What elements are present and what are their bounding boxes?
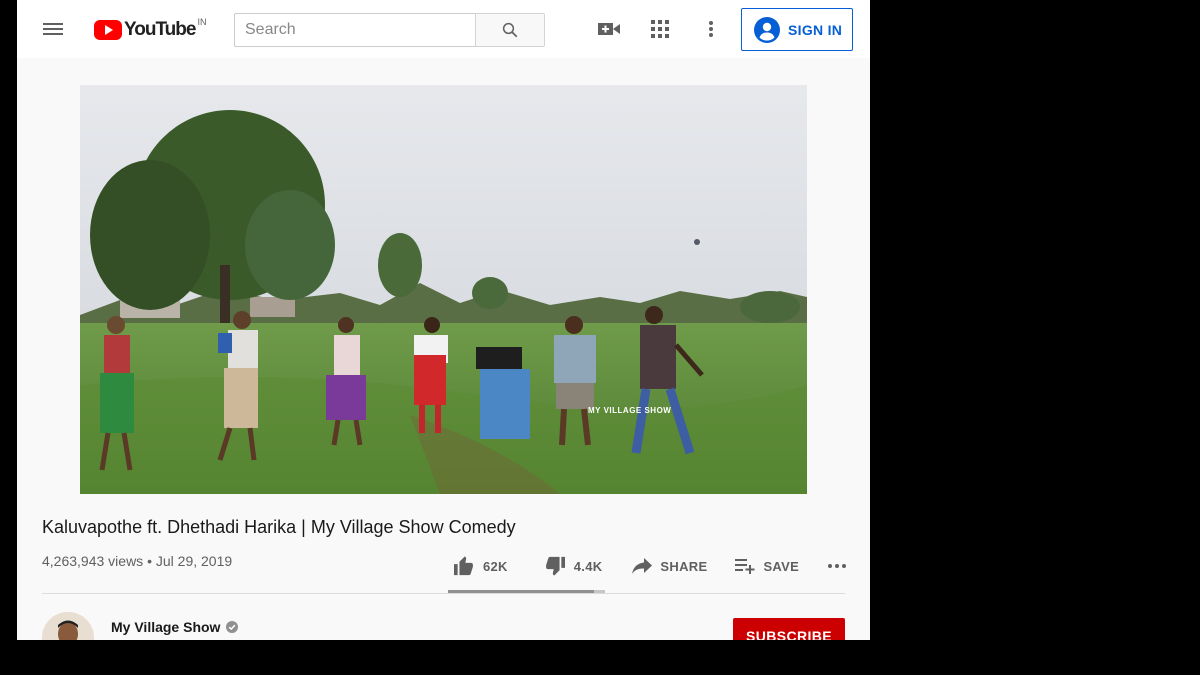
create-video-button[interactable] [597,17,621,41]
thumbs-up-icon [454,556,473,576]
apps-button[interactable] [648,17,672,41]
letterbox-bottom [0,640,1200,675]
save-button[interactable]: SAVE [735,558,799,574]
video-meta: 4,263,943 views • Jul 29, 2019 [42,553,232,569]
share-label: SHARE [660,558,708,574]
dislike-button[interactable]: 4.4K [544,556,603,576]
sign-in-label: SIGN IN [788,21,843,38]
country-code: IN [197,17,207,27]
search-field[interactable] [234,13,476,47]
settings-menu-button[interactable] [699,17,723,41]
create-video-icon [598,23,620,35]
channel-avatar[interactable] [42,612,94,640]
search-button[interactable] [475,13,545,47]
channel-name-link[interactable]: My Village Show [111,619,239,635]
verified-check-icon [226,621,239,633]
info-divider [42,593,845,594]
like-button[interactable]: 62K [453,556,508,576]
share-arrow-icon [632,558,653,574]
meta-separator: • [147,553,156,569]
video-title: Kaluvapothe ft. Dhethadi Harika | My Vil… [42,517,516,537]
logo-text: YouTube [124,19,196,40]
view-count: 4,263,943 views [42,553,144,569]
masthead: YouTube IN Search SIGN IN [17,0,870,58]
channel-name: My Village Show [111,619,221,635]
playlist-add-icon [735,559,755,574]
save-label: SAVE [763,558,800,574]
share-button[interactable]: SHARE [632,558,707,574]
dislike-count: 4.4K [573,558,603,574]
apps-grid-icon [651,20,669,38]
menu-icon[interactable] [41,18,65,42]
video-actions: 62K 4.4K SHARE SAVE [453,548,855,584]
video-player[interactable]: MY VILLAGE SHOW [80,85,807,494]
letterbox-left [0,0,17,675]
youtube-play-logo-icon [94,20,122,40]
youtube-page: YouTube IN Search SIGN IN MY VILLAGE SHO… [17,0,870,640]
account-circle-icon [754,16,780,43]
publish-date: Jul 29, 2019 [155,553,233,569]
search-icon [502,22,518,38]
youtube-logo[interactable]: YouTube IN [94,17,206,43]
sign-in-button[interactable]: SIGN IN [741,8,853,51]
more-horiz-icon [828,564,847,568]
thumbs-down-icon [545,556,565,576]
more-vert-icon [709,21,713,37]
avatar-image [42,612,94,640]
video-frame: MY VILLAGE SHOW [80,85,807,494]
subscribe-button[interactable]: SUBSCRIBE [733,618,845,640]
more-actions-button[interactable] [827,563,855,569]
video-watermark: MY VILLAGE SHOW [588,406,671,415]
search-input[interactable] [245,21,465,39]
like-count: 62K [483,558,508,574]
